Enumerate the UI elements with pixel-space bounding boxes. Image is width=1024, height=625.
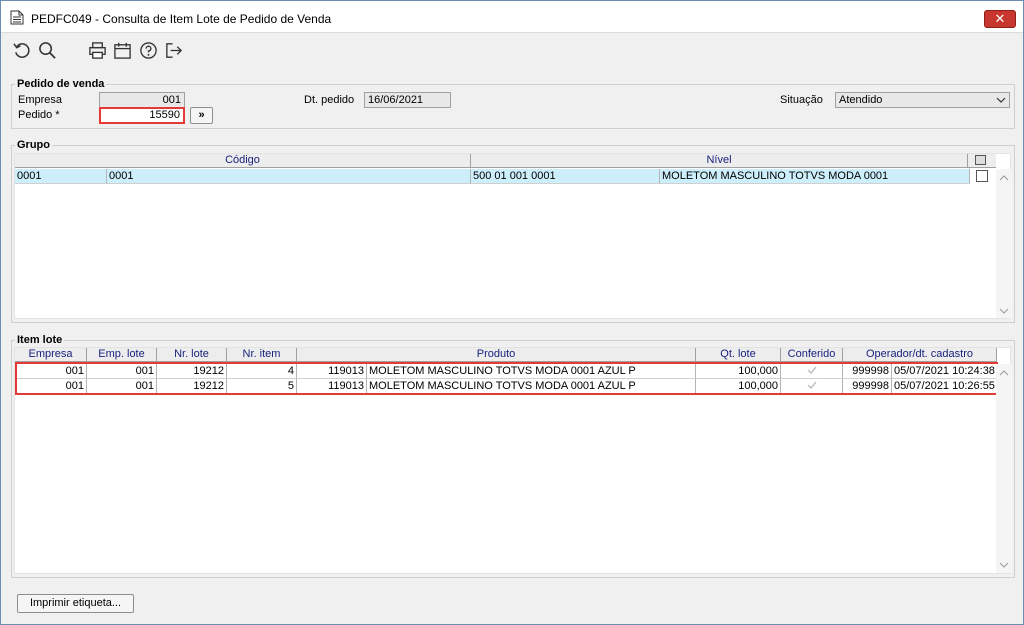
cell-operador: 999998 (843, 364, 892, 379)
cell-dt-cadastro: 05/07/2021 10:24:38 (892, 364, 997, 379)
cell-prod-code: 119013 (297, 364, 367, 379)
dt-pedido-label: Dt. pedido (304, 94, 355, 106)
itemlote-header-nr-item[interactable]: Nr. item (227, 348, 297, 362)
table-row[interactable]: 001 001 19212 5 119013 MOLETOM MASCULINO… (15, 379, 997, 394)
itemlote-header-produto[interactable]: Produto (297, 348, 696, 362)
exit-icon[interactable] (162, 39, 184, 61)
itemlote-header-operador[interactable]: Operador/dt. cadastro (843, 348, 997, 362)
print-icon[interactable] (86, 39, 108, 61)
title-bar: PEDFC049 - Consulta de Item Lote de Pedi… (1, 1, 1023, 33)
scroll-down-icon[interactable] (999, 562, 1009, 568)
cell-prod-code: 119013 (297, 379, 367, 394)
close-button[interactable]: ✕ (984, 10, 1016, 28)
itemlote-scrollbar[interactable] (996, 364, 1012, 573)
cell-qt-lote: 100,000 (696, 364, 781, 379)
cell-nr-item: 5 (227, 379, 297, 394)
itemlote-header-empresa[interactable]: Empresa (15, 348, 87, 362)
empresa-field[interactable]: 001 (99, 92, 185, 108)
grupo-legend: Grupo (15, 139, 52, 151)
itemlote-legend: Item lote (15, 334, 65, 346)
situacao-select[interactable]: Atendido (835, 92, 1010, 108)
scroll-up-icon[interactable] (999, 175, 1009, 181)
cell-prod-desc: MOLETOM MASCULINO TOTVS MODA 0001 AZUL P (367, 364, 696, 379)
itemlote-header-nr-lote[interactable]: Nr. lote (157, 348, 227, 362)
grupo-cell-nivel-desc: MOLETOM MASCULINO TOTVS MODA 0001 (660, 169, 970, 184)
grupo-cell-codigo-b: 0001 (107, 169, 471, 184)
help-icon[interactable] (137, 39, 159, 61)
table-row[interactable]: 0001 0001 500 01 001 0001 MOLETOM MASCUL… (15, 169, 970, 184)
toolbar (1, 34, 1023, 66)
select-all-checkbox[interactable] (975, 155, 986, 165)
grupo-cell-nivel-code: 500 01 001 0001 (471, 169, 660, 184)
grupo-grid: Código Nível 0001 0001 500 01 001 0001 M… (14, 153, 1012, 319)
cell-empresa: 001 (15, 379, 87, 394)
grupo-header-check[interactable] (968, 154, 996, 168)
search-icon[interactable] (36, 39, 58, 61)
itemlote-header-conferido[interactable]: Conferido (781, 348, 843, 362)
grupo-cell-codigo-a: 0001 (15, 169, 107, 184)
refresh-icon[interactable] (10, 39, 32, 61)
empresa-label: Empresa (18, 94, 63, 106)
check-icon (807, 381, 816, 389)
cell-conferido (781, 379, 843, 394)
cell-nr-lote: 19212 (157, 379, 227, 394)
scroll-up-icon[interactable] (999, 370, 1009, 376)
pedido-field[interactable]: 15590 (99, 107, 185, 124)
itemlote-header-emp-lote[interactable]: Emp. lote (87, 348, 157, 362)
cell-nr-item: 4 (227, 364, 297, 379)
dt-pedido-field[interactable]: 16/06/2021 (364, 92, 451, 108)
cell-dt-cadastro: 05/07/2021 10:26:55 (892, 379, 997, 394)
cell-prod-desc: MOLETOM MASCULINO TOTVS MODA 0001 AZUL P (367, 379, 696, 394)
pedido-label: Pedido * (18, 109, 60, 121)
situacao-label: Situação (780, 94, 823, 106)
window-title: PEDFC049 - Consulta de Item Lote de Pedi… (31, 12, 332, 26)
pedido-search-button[interactable]: » (190, 107, 213, 124)
cell-qt-lote: 100,000 (696, 379, 781, 394)
cell-emp-lote: 001 (87, 379, 157, 394)
grupo-header-codigo[interactable]: Código (15, 154, 471, 168)
cell-emp-lote: 001 (87, 364, 157, 379)
calendar-icon[interactable] (111, 39, 133, 61)
print-label-button[interactable]: Imprimir etiqueta... (17, 594, 134, 613)
grupo-scrollbar[interactable] (996, 169, 1012, 318)
pedido-legend: Pedido de venda (15, 78, 107, 90)
itemlote-grid: Empresa Emp. lote Nr. lote Nr. item Prod… (14, 347, 1012, 574)
cell-operador: 999998 (843, 379, 892, 394)
cell-conferido (781, 364, 843, 379)
grupo-header-nivel[interactable]: Nível (471, 154, 968, 168)
situacao-value: Atendido (839, 94, 883, 106)
check-icon (807, 366, 816, 374)
table-row[interactable]: 001 001 19212 4 119013 MOLETOM MASCULINO… (15, 364, 997, 379)
row-checkbox[interactable] (976, 170, 988, 182)
cell-nr-lote: 19212 (157, 364, 227, 379)
chevron-down-icon (996, 97, 1006, 103)
scroll-down-icon[interactable] (999, 308, 1009, 314)
cell-empresa: 001 (15, 364, 87, 379)
document-icon (10, 10, 24, 25)
main-window: PEDFC049 - Consulta de Item Lote de Pedi… (0, 0, 1024, 625)
itemlote-header-qt-lote[interactable]: Qt. lote (696, 348, 781, 362)
